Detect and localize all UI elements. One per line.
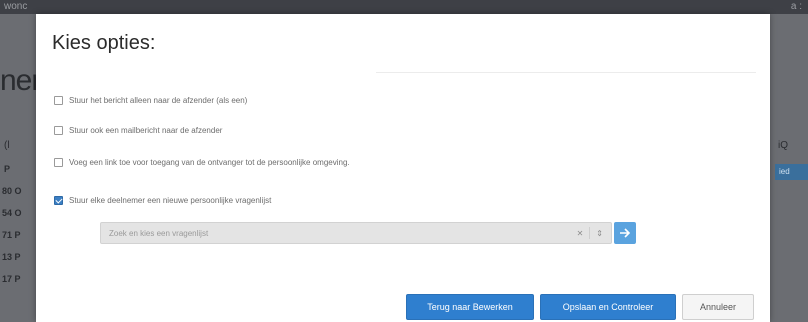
option-label: Stuur elke deelnemer een nieuwe persoonl… bbox=[69, 195, 272, 205]
checkbox[interactable] bbox=[54, 125, 63, 135]
checkbox[interactable] bbox=[54, 157, 63, 167]
option-label: Stuur het bericht alleen naar de afzende… bbox=[69, 95, 248, 105]
clear-x-icon[interactable]: ✕ bbox=[577, 229, 584, 238]
questionnaire-select[interactable]: Zoek en kies een vragenlijst ✕ ⇕ bbox=[100, 222, 612, 244]
select-value: Zoek en kies een vragenlijst bbox=[109, 228, 209, 238]
select-go-button[interactable] bbox=[614, 222, 636, 244]
chevron-updown-icon[interactable]: ⇕ bbox=[596, 229, 603, 238]
option-email-sender[interactable]: Stuur ook een mailbericht naar de afzend… bbox=[54, 122, 222, 138]
checkbox[interactable] bbox=[54, 95, 63, 105]
background-left-label: (l bbox=[4, 140, 10, 151]
option-reply-sender-only[interactable]: Stuur het bericht alleen naar de afzende… bbox=[54, 92, 247, 108]
background-left-label-2: P bbox=[4, 164, 11, 174]
option-label: Voeg een link toe voor toegang van de on… bbox=[69, 157, 350, 167]
select-separator bbox=[589, 227, 591, 239]
back-to-edit-button[interactable]: Terug naar Bewerken bbox=[406, 294, 534, 320]
modal-title: Kies opties: bbox=[52, 32, 156, 54]
background-row: 71 P bbox=[2, 230, 21, 240]
background-right-tag: ied bbox=[775, 164, 808, 180]
screen: wonc a : ner (l P 80 O 54 O 71 P 13 P 17… bbox=[0, 0, 808, 322]
save-and-check-button[interactable]: Opslaan en Controleer bbox=[540, 294, 676, 320]
checkbox-checked[interactable] bbox=[54, 195, 63, 205]
background-right-label: iQ bbox=[778, 140, 788, 151]
background-topbar-left: wonc bbox=[4, 1, 28, 12]
background-page-title: ner bbox=[0, 64, 41, 97]
background-row: 80 O bbox=[2, 186, 22, 196]
cancel-button[interactable]: Annuleer bbox=[682, 294, 754, 320]
background-row: 54 O bbox=[2, 208, 22, 218]
background-left-rows: 80 O 54 O 71 P 13 P 17 P bbox=[2, 186, 32, 296]
questionnaire-select-row: Zoek en kies een vragenlijst ✕ ⇕ bbox=[100, 222, 636, 244]
background-row: 13 P bbox=[2, 252, 21, 262]
arrow-right-icon bbox=[620, 228, 631, 238]
option-label: Stuur ook een mailbericht naar de afzend… bbox=[69, 125, 223, 135]
option-add-access-link[interactable]: Voeg een link toe voor toegang van de on… bbox=[54, 154, 350, 170]
background-topbar-right: a : bbox=[790, 1, 802, 12]
option-new-questionnaire[interactable]: Stuur elke deelnemer een nieuwe persoonl… bbox=[54, 192, 271, 208]
background-row: 17 P bbox=[2, 274, 21, 284]
options-modal: Kies opties: Stuur het bericht alleen na… bbox=[36, 14, 770, 322]
background-topbar: wonc a : bbox=[0, 0, 808, 14]
modal-divider bbox=[376, 72, 756, 73]
